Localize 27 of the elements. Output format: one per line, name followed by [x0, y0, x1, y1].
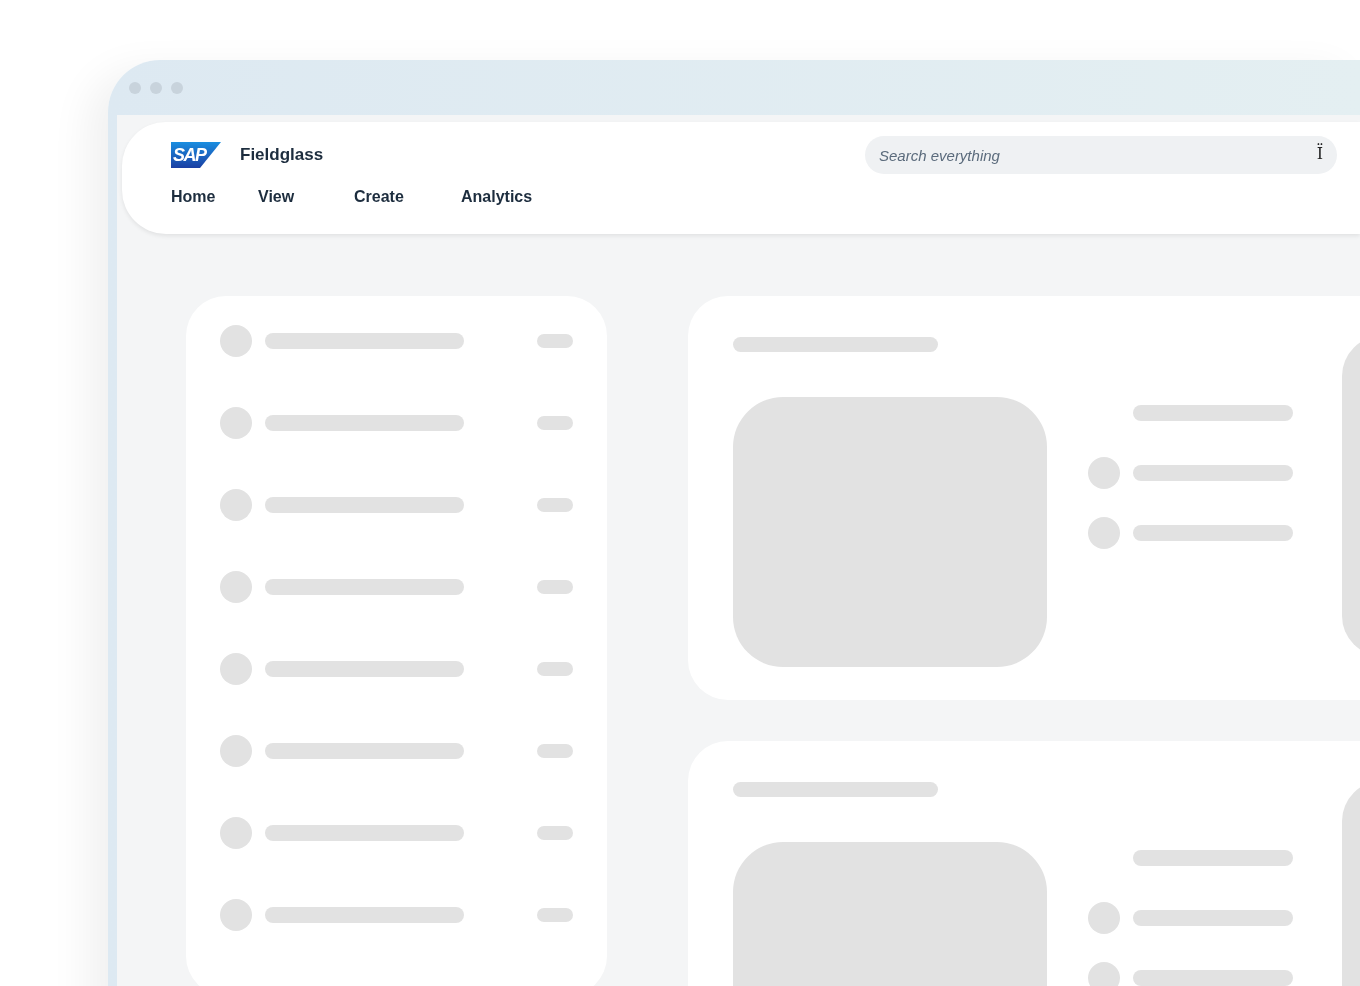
nav-tab[interactable]: View [258, 188, 295, 206]
skeleton-avatar [220, 571, 252, 603]
skeleton-pill [537, 744, 573, 758]
skeleton-pill [537, 334, 573, 348]
skeleton-avatar [220, 817, 252, 849]
skeleton-pill [537, 498, 573, 512]
skeleton-pill [537, 416, 573, 430]
skeleton-avatar [220, 407, 252, 439]
skeleton-avatar [1088, 962, 1120, 986]
nav-tab[interactable]: Create [354, 188, 404, 206]
skeleton-avatar [220, 325, 252, 357]
nav-tab[interactable]: Home [171, 188, 216, 206]
skeleton-avatar [220, 653, 252, 685]
skeleton-pill [537, 908, 573, 922]
logo: SAP [171, 142, 221, 168]
nav-tab[interactable]: Analytics [461, 188, 533, 206]
cursor-icon: Ï [1316, 145, 1323, 163]
skeleton-avatar [1088, 517, 1120, 549]
product-name: Fieldglass [240, 145, 324, 165]
skeleton-avatar [220, 735, 252, 767]
skeleton-pill [537, 580, 573, 594]
skeleton-avatar [1088, 457, 1120, 489]
skeleton-avatar [220, 489, 252, 521]
skeleton-avatar [1088, 902, 1120, 934]
skeleton-pill [537, 662, 573, 676]
skeleton-pill [537, 826, 573, 840]
skeleton-avatar [220, 899, 252, 931]
